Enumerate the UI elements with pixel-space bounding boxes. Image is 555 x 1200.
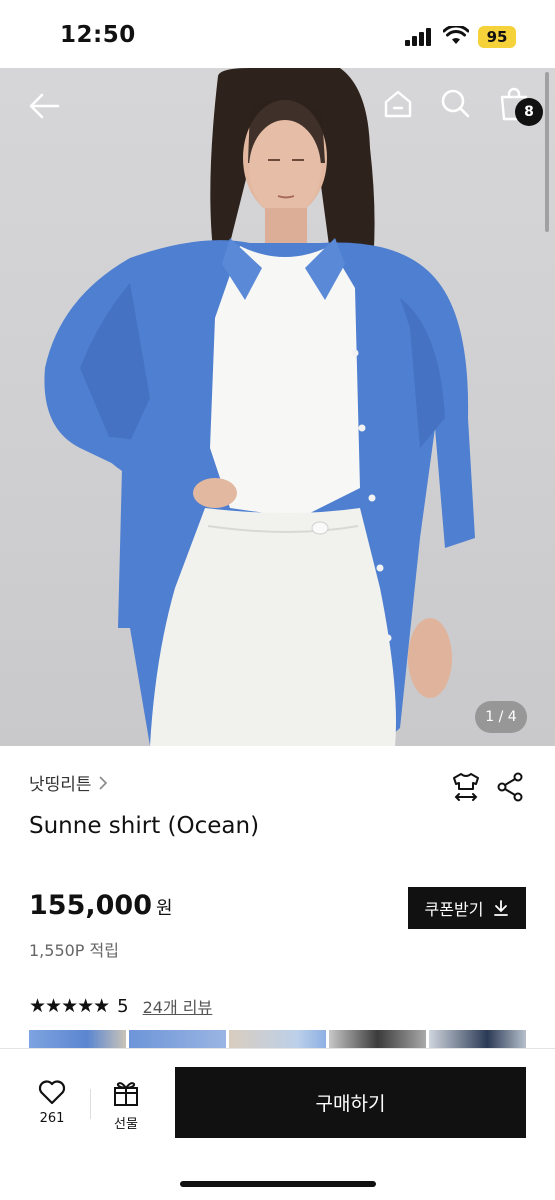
chevron-right-icon (98, 775, 107, 790)
review-photo-strip[interactable] (29, 1030, 527, 1048)
bottom-action-bar: 261 선물 구매하기 (0, 1048, 555, 1200)
wifi-icon (443, 26, 469, 44)
product-image-gallery[interactable]: 8 1 / 4 (0, 68, 555, 746)
like-button[interactable]: 261 (24, 1079, 80, 1139)
review-photo-thumbnail[interactable] (129, 1030, 226, 1048)
heart-icon (38, 1080, 66, 1105)
divider (90, 1089, 91, 1119)
reviews-link[interactable]: 24개 리뷰 (143, 994, 213, 1018)
search-button[interactable] (436, 84, 474, 122)
price-block: 155,000 원 (29, 890, 173, 921)
review-photo-thumbnail[interactable] (429, 1030, 526, 1048)
status-bar: 12:50 95 (0, 0, 555, 68)
product-photo (44, 68, 475, 746)
like-count: 261 (39, 1111, 65, 1126)
status-time: 12:50 (60, 22, 136, 48)
product-price: 155,000 (29, 890, 152, 921)
back-button[interactable] (24, 86, 64, 126)
product-title: Sunne shirt (Ocean) (29, 813, 260, 839)
cellular-signal-icon (405, 28, 433, 46)
shirt-size-icon (453, 773, 479, 801)
home-button[interactable] (380, 86, 416, 122)
gift-button[interactable]: 선물 (98, 1079, 154, 1139)
review-photo-thumbnail[interactable] (329, 1030, 426, 1048)
brand-name: 낫띵리튼 (29, 775, 92, 795)
search-icon (441, 89, 470, 118)
review-photo-thumbnail[interactable] (29, 1030, 126, 1048)
coupon-label: 쿠폰받기 (424, 900, 484, 919)
rating-stars: ★★★★★ (29, 995, 110, 1017)
gift-icon (114, 1082, 138, 1106)
rating-value: 5 (117, 995, 129, 1017)
size-guide-button[interactable] (449, 770, 483, 804)
home-indicator (180, 1181, 376, 1187)
review-photo-thumbnail[interactable] (229, 1030, 326, 1048)
share-button[interactable] (494, 770, 526, 804)
gallery-page-indicator: 1 / 4 (475, 701, 527, 733)
home-icon (384, 90, 412, 118)
buy-now-button[interactable]: 구매하기 (175, 1067, 526, 1138)
share-icon (497, 772, 523, 802)
download-icon (494, 900, 509, 916)
back-arrow-icon (29, 93, 60, 119)
cart-count-badge: 8 (515, 98, 543, 126)
brand-link[interactable]: 낫띵리튼 (29, 770, 108, 795)
battery-indicator: 95 (478, 26, 516, 48)
reward-points: 1,550P 적립 (29, 941, 119, 960)
gift-label: 선물 (114, 1117, 138, 1132)
scrollbar[interactable] (545, 72, 549, 232)
rating-row: ★★★★★ 5 24개 리뷰 (29, 994, 212, 1018)
get-coupon-button[interactable]: 쿠폰받기 (408, 887, 526, 929)
price-currency: 원 (155, 898, 173, 919)
